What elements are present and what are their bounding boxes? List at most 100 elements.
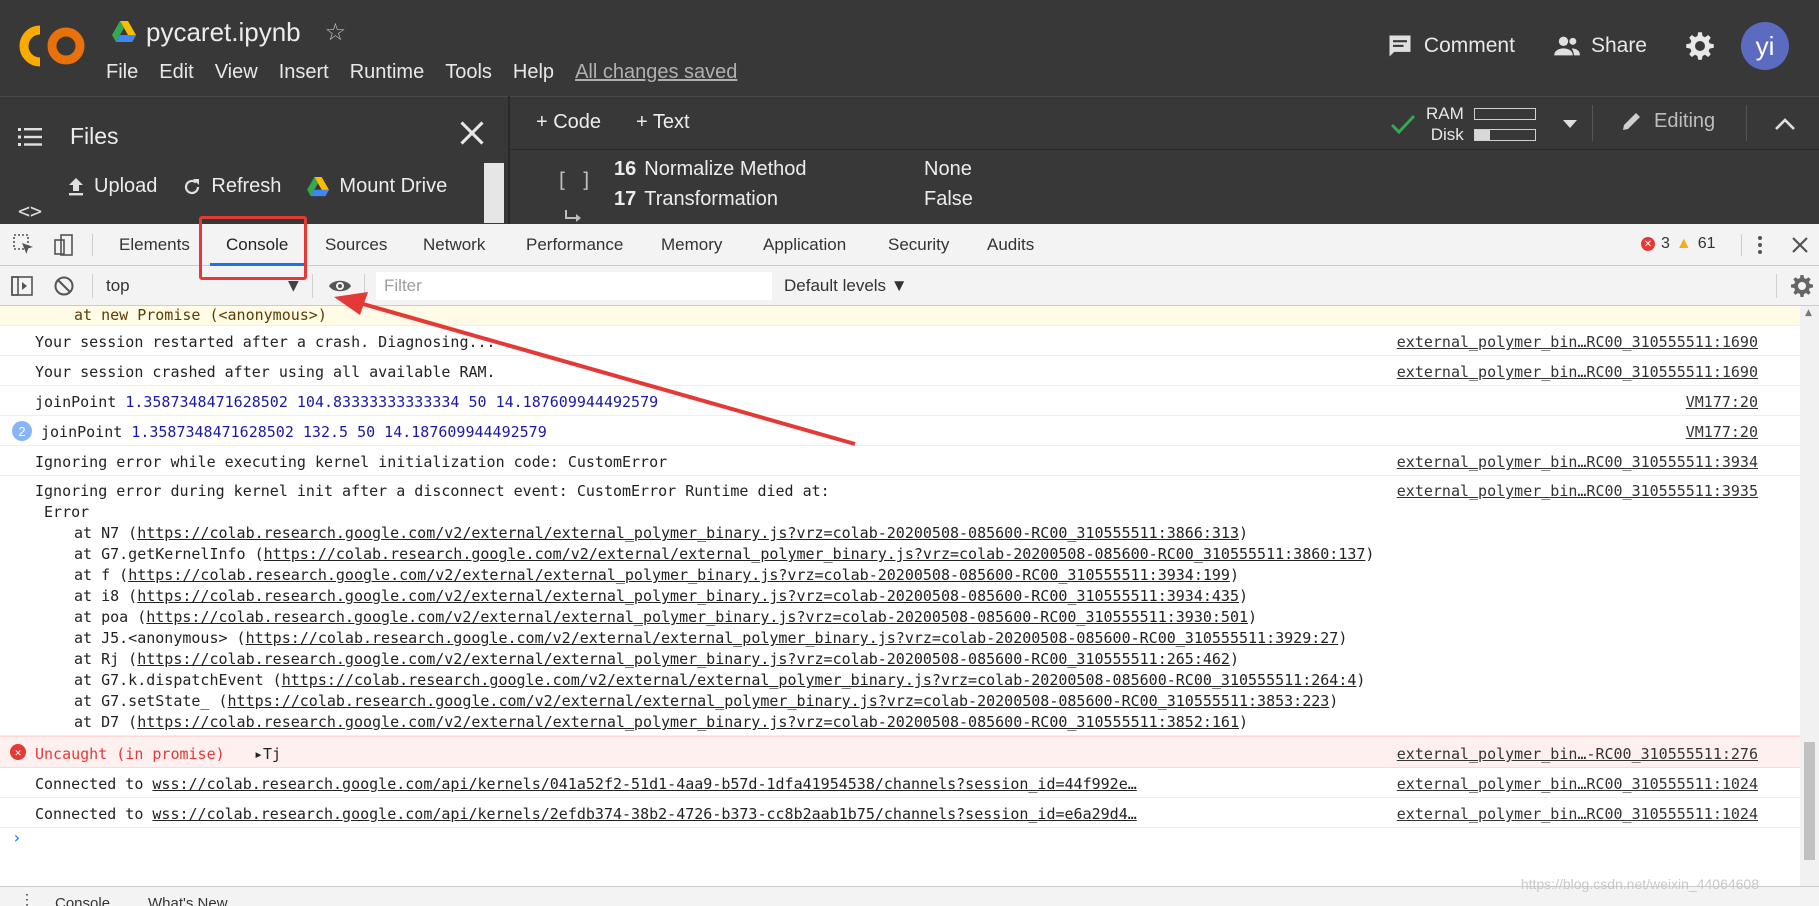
output-index: 16 bbox=[614, 158, 637, 180]
stack-url-link[interactable]: https://colab.research.google.com/v2/ext… bbox=[264, 545, 1366, 563]
user-avatar[interactable]: yi bbox=[1741, 22, 1789, 70]
drawer-tab-whats-new[interactable]: What's New bbox=[148, 895, 228, 906]
notebook-title[interactable]: pycaret.ipynb bbox=[146, 17, 301, 48]
list-menu-icon[interactable] bbox=[18, 127, 42, 147]
more-options-icon[interactable] bbox=[1748, 233, 1772, 257]
refresh-icon bbox=[185, 178, 200, 194]
resource-monitor[interactable]: RAM Disk bbox=[1390, 103, 1578, 145]
source-link[interactable]: VM177:20 bbox=[1686, 423, 1758, 441]
stack-url-link[interactable]: https://colab.research.google.com/v2/ext… bbox=[128, 566, 1230, 584]
drawer-menu-icon[interactable]: ⋮ bbox=[20, 891, 34, 906]
add-code-button[interactable]: + Code bbox=[536, 111, 601, 134]
context-selector[interactable]: top bbox=[106, 276, 130, 296]
stack-url-link[interactable]: https://colab.research.google.com/v2/ext… bbox=[137, 650, 1230, 668]
issue-counter[interactable]: ✕ 3 ▲ 61 bbox=[1641, 235, 1716, 253]
upload-button[interactable]: Upload bbox=[68, 175, 157, 198]
menu-edit[interactable]: Edit bbox=[159, 61, 193, 84]
comment-button[interactable]: Comment bbox=[1386, 32, 1515, 60]
stack-url-link[interactable]: https://colab.research.google.com/v2/ext… bbox=[282, 671, 1357, 689]
source-link[interactable]: external_polymer_bin…RC00_310555511:1024 bbox=[1397, 775, 1758, 793]
menu-view[interactable]: View bbox=[215, 61, 258, 84]
inspect-element-icon[interactable] bbox=[12, 233, 36, 257]
mount-drive-label: Mount Drive bbox=[339, 175, 448, 197]
ram-usage-bar bbox=[1473, 107, 1536, 120]
console-settings-icon[interactable] bbox=[1790, 274, 1814, 298]
source-link[interactable]: external_polymer_bin…RC00_310555511:1024 bbox=[1397, 805, 1758, 823]
output-index: 17 bbox=[614, 188, 637, 210]
source-link[interactable]: external_polymer_bin…RC00_310555511:3935 bbox=[1397, 482, 1758, 500]
comment-label: Comment bbox=[1423, 34, 1515, 57]
expand-object[interactable]: ▸Tj bbox=[254, 745, 281, 763]
source-link[interactable]: external_polymer_bin…RC00_310555511:1690 bbox=[1397, 333, 1758, 351]
console-prompt[interactable]: › bbox=[12, 828, 22, 847]
tab-network[interactable]: Network bbox=[423, 235, 485, 255]
menu-tools[interactable]: Tools bbox=[445, 61, 492, 84]
tab-memory[interactable]: Memory bbox=[661, 235, 722, 255]
console-output[interactable]: at new Promise (<anonymous>) Your sessio… bbox=[0, 306, 1800, 886]
output-name: Normalize Method bbox=[644, 158, 807, 180]
source-link[interactable]: external_polymer_bin…RC00_310555511:1690 bbox=[1397, 363, 1758, 381]
drawer-tab-console[interactable]: Console bbox=[55, 895, 110, 906]
stack-url-link[interactable]: https://colab.research.google.com/v2/ext… bbox=[137, 713, 1239, 731]
save-status-link[interactable]: All changes saved bbox=[575, 61, 737, 84]
stack-url-link[interactable]: https://colab.research.google.com/v2/ext… bbox=[246, 629, 1339, 647]
files-sidebar: Files Upload Refresh Mount Drive <> bbox=[0, 96, 508, 224]
output-icon[interactable] bbox=[564, 208, 584, 224]
source-link[interactable]: VM177:20 bbox=[1686, 393, 1758, 411]
star-icon[interactable]: ☆ bbox=[325, 18, 347, 46]
tab-security[interactable]: Security bbox=[888, 235, 949, 255]
log-message: Your session restarted after a crash. Di… bbox=[35, 333, 496, 351]
code-snippets-icon[interactable]: <> bbox=[18, 199, 42, 223]
caret-down-icon[interactable] bbox=[1562, 119, 1578, 129]
stack-frame: at G7.getKernelInfo (https://colab.resea… bbox=[74, 545, 1374, 563]
menu-insert[interactable]: Insert bbox=[279, 61, 329, 84]
stack-url-link[interactable]: https://colab.research.google.com/v2/ext… bbox=[137, 524, 1239, 542]
console-log-row: 2 joinPoint 1.3587348471628502 132.5 50 … bbox=[0, 416, 1800, 446]
websocket-link[interactable]: wss://colab.research.google.com/api/kern… bbox=[152, 805, 1136, 823]
websocket-link[interactable]: wss://colab.research.google.com/api/kern… bbox=[152, 775, 1136, 793]
add-text-button[interactable]: + Text bbox=[636, 111, 690, 134]
sidebar-toggle-icon[interactable] bbox=[10, 274, 34, 298]
stack-url-link[interactable]: https://colab.research.google.com/v2/ext… bbox=[228, 692, 1330, 710]
scrollbar-thumb[interactable] bbox=[1804, 742, 1815, 860]
colab-logo-icon[interactable] bbox=[18, 22, 88, 70]
source-link[interactable]: external_polymer_bin…RC00_310555511:3934 bbox=[1397, 453, 1758, 471]
log-message: Connected to wss://colab.research.google… bbox=[35, 775, 1137, 793]
refresh-button[interactable]: Refresh bbox=[183, 175, 281, 198]
output-value: False bbox=[924, 188, 973, 210]
eye-icon[interactable] bbox=[328, 274, 352, 298]
clear-console-icon[interactable] bbox=[52, 274, 76, 298]
repeat-count-badge: 2 bbox=[12, 421, 32, 441]
tab-elements[interactable]: Elements bbox=[119, 235, 190, 255]
settings-gear-icon[interactable] bbox=[1685, 31, 1715, 61]
console-scrollbar[interactable]: ▲ bbox=[1800, 306, 1819, 886]
device-toolbar-icon[interactable] bbox=[52, 233, 76, 257]
stack-end: ) bbox=[1338, 629, 1348, 647]
close-icon[interactable] bbox=[458, 119, 486, 147]
log-prefix: Connected to bbox=[35, 775, 153, 793]
filter-input[interactable] bbox=[376, 272, 772, 300]
tab-sources[interactable]: Sources bbox=[325, 235, 387, 255]
stack-frame: at Rj (https://colab.research.google.com… bbox=[74, 650, 1239, 668]
source-link[interactable]: external_polymer_bin…-RC00_310555511:276 bbox=[1397, 745, 1758, 763]
chevron-up-icon[interactable] bbox=[1774, 117, 1796, 131]
tab-application[interactable]: Application bbox=[763, 235, 846, 255]
cell-run-bracket[interactable]: [ ] bbox=[556, 168, 592, 192]
share-button[interactable]: Share bbox=[1553, 32, 1647, 60]
files-scrollbar[interactable] bbox=[484, 163, 504, 223]
log-numbers: 1.3587348471628502 132.5 50 14.187609944… bbox=[131, 423, 547, 441]
stack-url-link[interactable]: https://colab.research.google.com/v2/ext… bbox=[146, 608, 1248, 626]
menu-help[interactable]: Help bbox=[513, 61, 554, 84]
close-devtools-icon[interactable] bbox=[1788, 233, 1812, 257]
mount-drive-button[interactable]: Mount Drive bbox=[307, 175, 447, 198]
stack-url-link[interactable]: https://colab.research.google.com/v2/ext… bbox=[137, 587, 1239, 605]
menu-file[interactable]: File bbox=[106, 61, 138, 84]
stack-frame: at N7 (https://colab.research.google.com… bbox=[74, 524, 1248, 542]
tab-performance[interactable]: Performance bbox=[526, 235, 623, 255]
editing-mode-button[interactable]: Editing bbox=[1620, 109, 1715, 133]
log-levels-dropdown[interactable]: Default levels ▼ bbox=[784, 276, 908, 296]
tab-audits[interactable]: Audits bbox=[987, 235, 1034, 255]
menu-runtime[interactable]: Runtime bbox=[350, 61, 424, 84]
context-dropdown-arrow[interactable]: ▼ bbox=[288, 278, 299, 294]
editing-label: Editing bbox=[1654, 109, 1716, 132]
